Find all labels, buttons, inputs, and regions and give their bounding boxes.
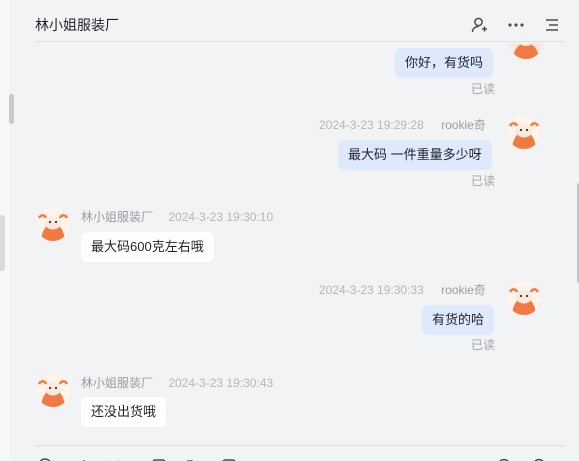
- avatar[interactable]: [36, 207, 70, 241]
- message-meta: 林小姐服装厂 2024-3-23 19:30:10: [81, 208, 273, 225]
- sender-name: 林小姐服装厂: [81, 376, 154, 390]
- composer-toolbar: [35, 445, 565, 461]
- more-icon[interactable]: [507, 16, 525, 34]
- chat-panel: 林小姐服装厂 你好，有货吗 已读 2024-3-23 19:29:28 rook…: [14, 0, 579, 461]
- sender-name: rookie奇: [441, 283, 486, 297]
- message-meta: 2024-3-23 19:29:28 rookie奇: [319, 116, 486, 133]
- search-icon[interactable]: [497, 457, 511, 461]
- sender-name: 林小姐服装厂: [81, 210, 154, 224]
- message-time: 2024-3-23 19:30:43: [168, 376, 274, 390]
- image-icon[interactable]: [152, 457, 166, 461]
- folder-icon[interactable]: [187, 457, 201, 461]
- read-status: 已读: [471, 174, 496, 188]
- message-bubble[interactable]: 还没出货哦: [81, 397, 167, 427]
- message-time: 2024-3-23 19:30:10: [168, 210, 274, 224]
- message-bubble[interactable]: 你好，有货吗: [395, 48, 494, 78]
- add-user-icon[interactable]: [471, 16, 489, 34]
- scissors-icon[interactable]: [107, 457, 121, 461]
- clock-icon[interactable]: [532, 457, 546, 461]
- message-bubble[interactable]: 最大码600克左右哦: [81, 232, 214, 262]
- chat-title: 林小姐服装厂: [35, 17, 119, 33]
- chat-history-icon[interactable]: [222, 457, 236, 461]
- message-bubble[interactable]: 最大码 一件重量多少呀: [338, 140, 492, 170]
- menu-icon[interactable]: [543, 16, 561, 34]
- read-status: 已读: [471, 82, 496, 96]
- emoji-icon[interactable]: [38, 457, 52, 461]
- message-bubble[interactable]: 有货的哈: [422, 305, 495, 335]
- scissors-icon[interactable]: [77, 457, 91, 461]
- avatar[interactable]: [507, 115, 541, 149]
- chat-header: 林小姐服装厂: [35, 0, 565, 42]
- avatar[interactable]: [509, 43, 543, 59]
- message-time: 2024-3-23 19:30:33: [319, 283, 424, 297]
- message-list: 你好，有货吗 已读 2024-3-23 19:29:28 rookie奇 最大码…: [14, 43, 579, 443]
- message-meta: 2024-3-23 19:30:33 rookie奇: [319, 281, 486, 298]
- read-status: 已读: [471, 338, 496, 352]
- avatar[interactable]: [507, 281, 541, 315]
- message-meta: 林小姐服装厂 2024-3-23 19:30:43: [81, 374, 273, 391]
- collapse-handle[interactable]: [0, 215, 5, 271]
- message-time: 2024-3-23 19:29:28: [319, 118, 424, 132]
- avatar[interactable]: [36, 373, 70, 407]
- sender-name: rookie奇: [441, 118, 486, 132]
- header-actions: [471, 16, 561, 34]
